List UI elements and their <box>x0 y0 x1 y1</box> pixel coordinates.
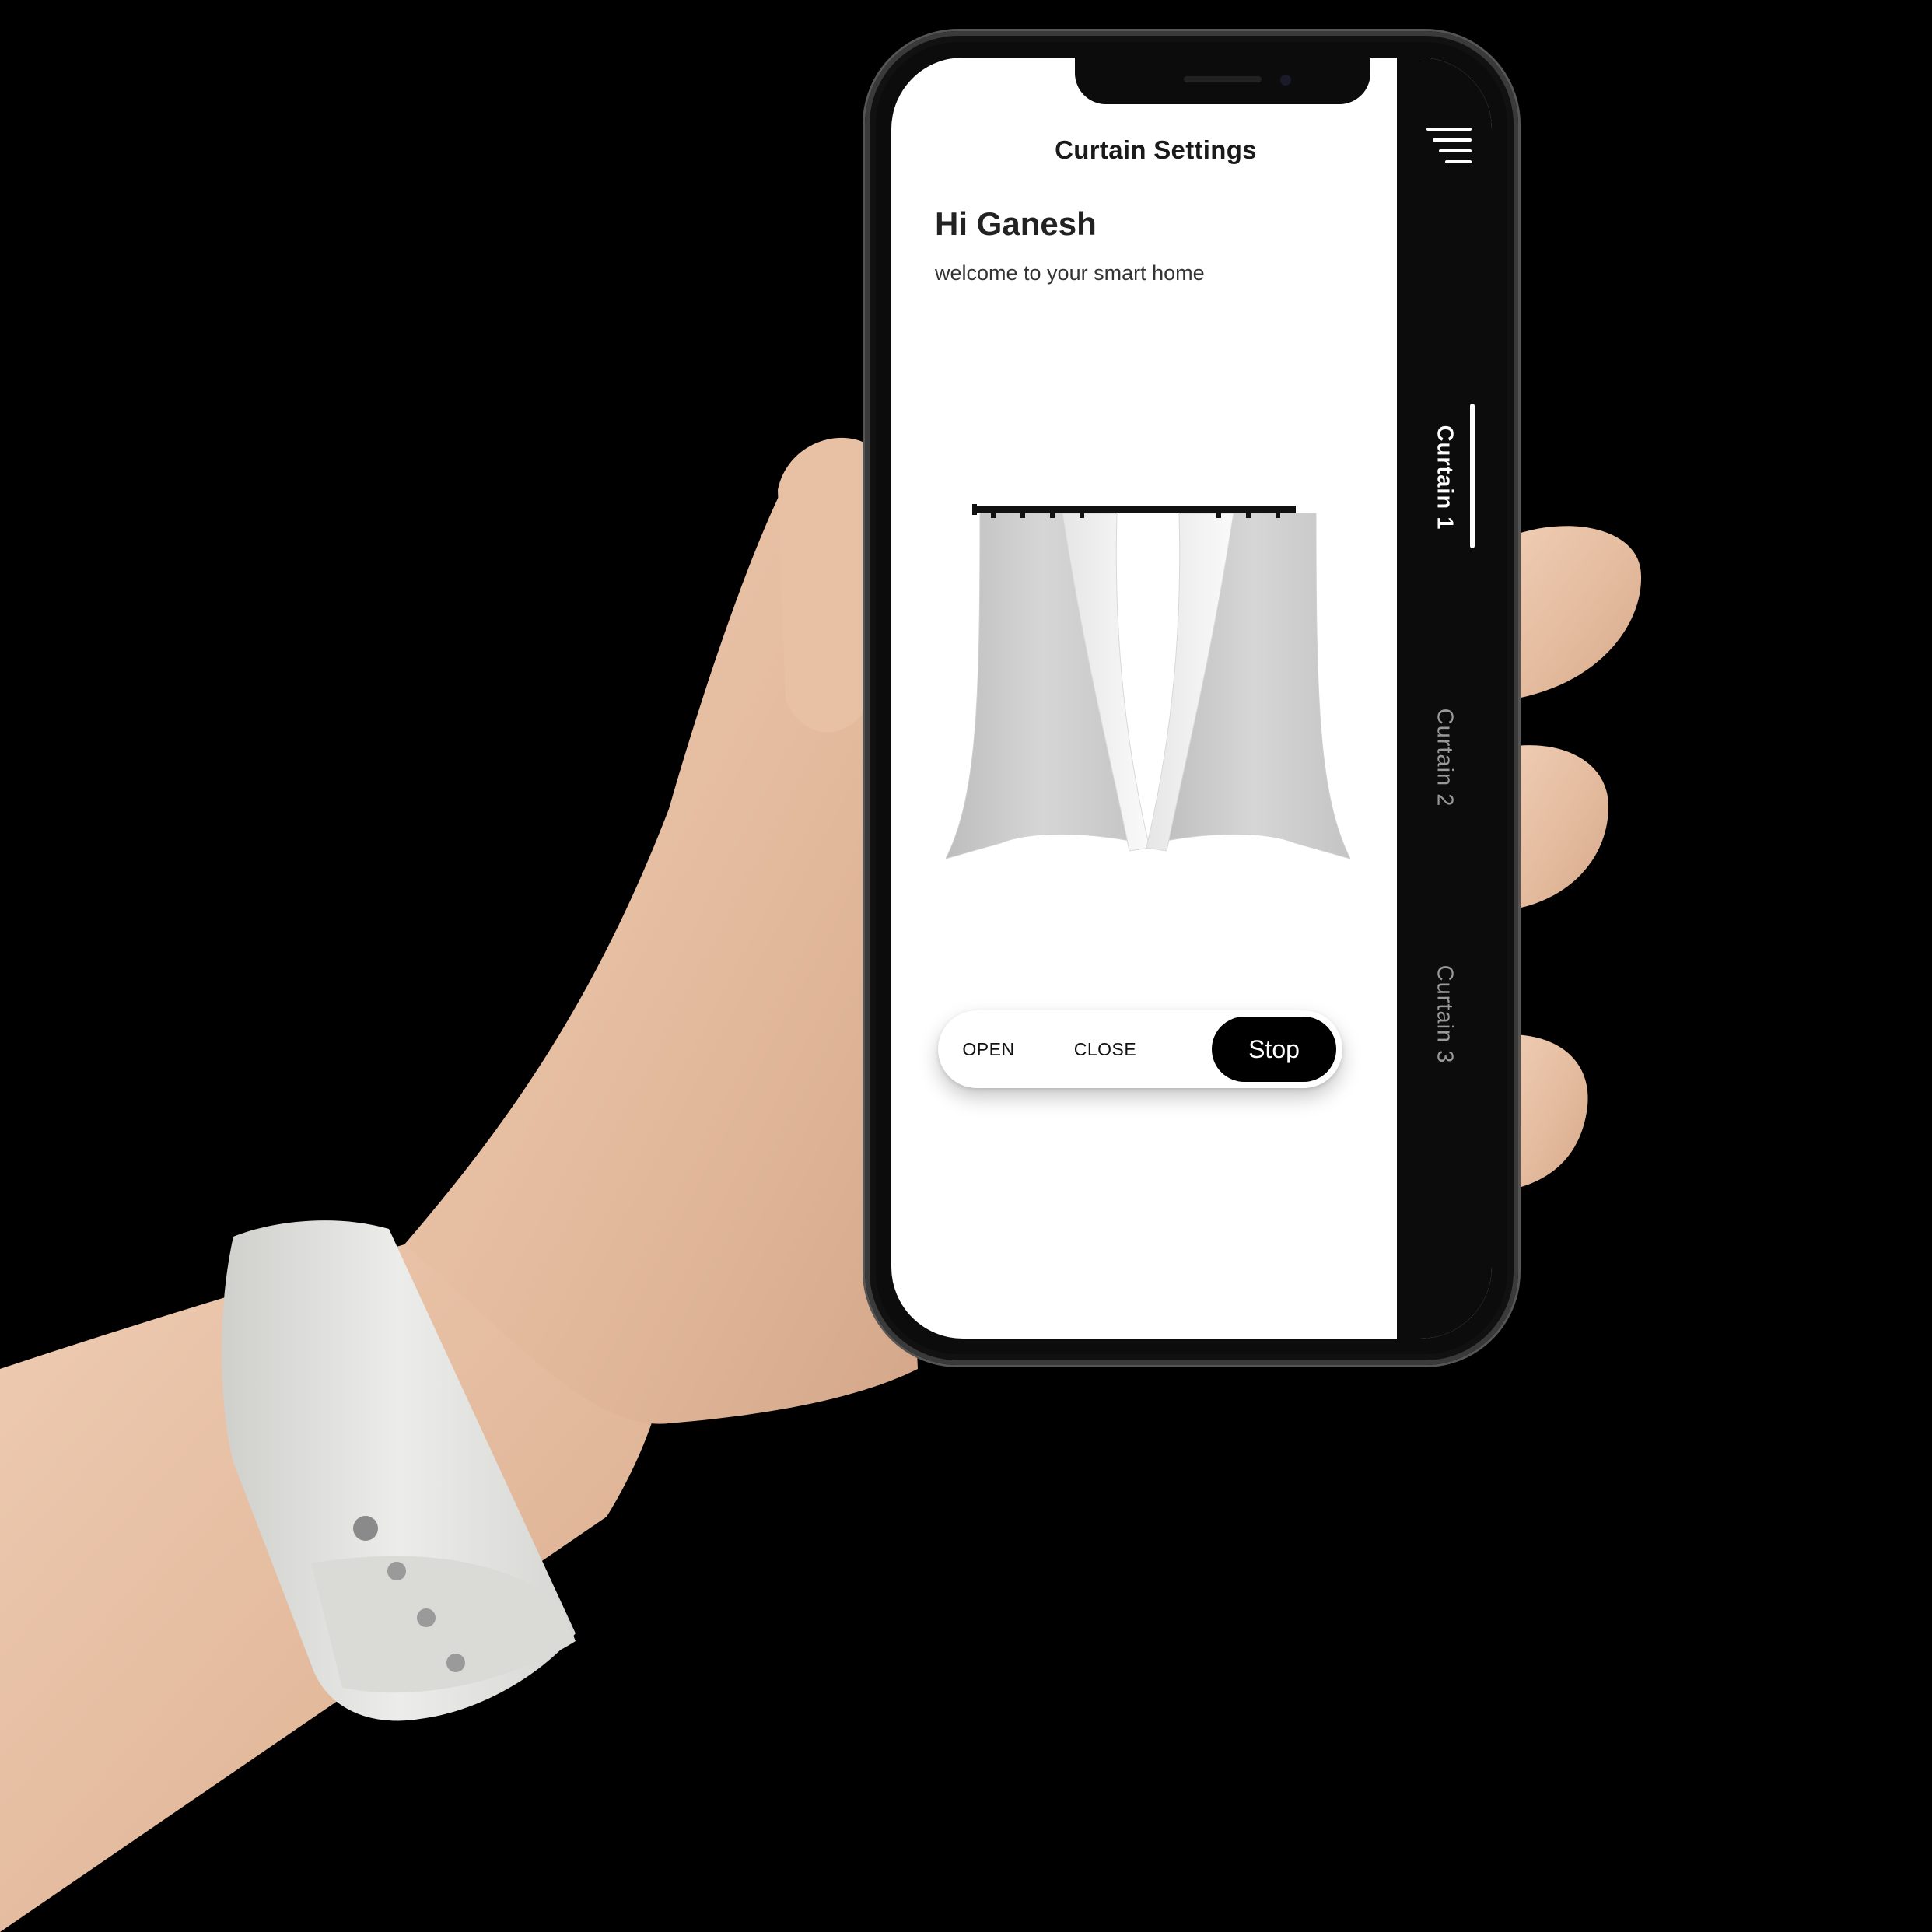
close-button[interactable]: CLOSE <box>1055 1010 1156 1088</box>
tab-curtain-1[interactable]: Curtain 1 <box>1397 400 1492 555</box>
tab-curtain-1-label: Curtain 1 <box>1432 425 1458 530</box>
phone-frame: Curtain Settings Hi Ganesh welcome to yo… <box>865 31 1518 1365</box>
strap-hole-1 <box>387 1562 406 1580</box>
tab-curtain-2[interactable]: Curtain 2 <box>1397 680 1492 835</box>
curtain-illustration <box>946 504 1350 859</box>
curtain-ring <box>1020 506 1025 518</box>
curtain-ring <box>1246 506 1251 518</box>
page-title: Curtain Settings <box>1055 135 1257 164</box>
tab-curtain-2-label: Curtain 2 <box>1432 708 1458 807</box>
curtain-ring <box>991 506 996 518</box>
curtain-sidebar: Curtain 1 Curtain 2 Curtain 3 <box>1397 58 1492 1339</box>
greeting-heading: Hi Ganesh <box>935 205 1097 242</box>
phone-screen: Curtain Settings Hi Ganesh welcome to yo… <box>891 58 1492 1339</box>
hamburger-menu-icon[interactable] <box>1423 128 1472 163</box>
strap-hole-3 <box>446 1654 465 1672</box>
strap-hole-2 <box>417 1608 436 1627</box>
curtain-ring <box>1050 506 1055 518</box>
finger-3 <box>1509 1034 1588 1190</box>
curtain-control-bar: OPEN CLOSE Stop <box>938 1010 1342 1088</box>
strap-pin <box>353 1516 378 1541</box>
curtain-ring <box>1216 506 1221 518</box>
scene: Curtain Settings Hi Ganesh welcome to yo… <box>0 0 1932 1932</box>
speaker-grille <box>1184 76 1262 82</box>
finger-2 <box>1509 745 1609 910</box>
curtain-ring <box>1276 506 1280 518</box>
tab-curtain-3-label: Curtain 3 <box>1432 964 1458 1064</box>
phone-notch <box>1075 58 1370 104</box>
finger-1 <box>1509 526 1642 700</box>
welcome-subtitle: welcome to your smart home <box>935 261 1205 285</box>
open-button[interactable]: OPEN <box>946 1010 1031 1088</box>
tab-curtain-3[interactable]: Curtain 3 <box>1397 936 1492 1092</box>
curtain-rod-cap <box>972 504 977 515</box>
stop-button[interactable]: Stop <box>1212 1017 1336 1082</box>
front-camera <box>1280 75 1291 86</box>
curtain-ring <box>1080 506 1084 518</box>
